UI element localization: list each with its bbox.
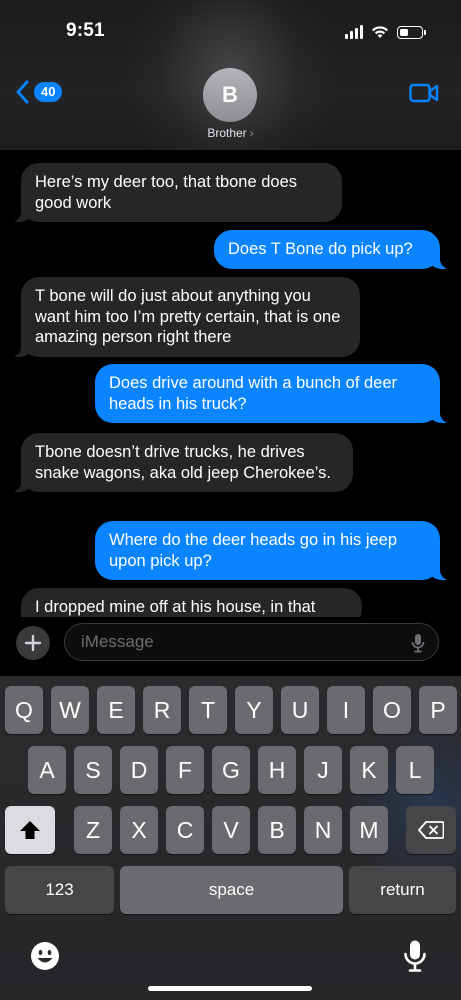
key-b[interactable]: B (258, 806, 296, 854)
contact-name-button[interactable]: Brother › (0, 126, 461, 140)
key-a[interactable]: A (28, 746, 66, 794)
key-f[interactable]: F (166, 746, 204, 794)
key-k[interactable]: K (350, 746, 388, 794)
return-key[interactable]: return (349, 866, 456, 914)
key-h[interactable]: H (258, 746, 296, 794)
numbers-key[interactable]: 123 (5, 866, 114, 914)
chevron-left-icon (16, 80, 29, 104)
home-indicator[interactable] (148, 986, 312, 991)
outgoing-message[interactable]: Does T Bone do pick up? (214, 230, 450, 269)
message-field[interactable] (64, 623, 439, 661)
cellular-signal-icon (345, 25, 363, 39)
key-d[interactable]: D (120, 746, 158, 794)
key-n[interactable]: N (304, 806, 342, 854)
key-i[interactable]: I (327, 686, 365, 734)
apps-plus-button[interactable] (16, 626, 50, 660)
emoji-button[interactable] (28, 939, 62, 973)
key-z[interactable]: Z (74, 806, 112, 854)
plus-icon (25, 635, 41, 651)
key-t[interactable]: T (189, 686, 227, 734)
outgoing-message[interactable]: Where do the deer heads go in his jeep u… (95, 521, 450, 580)
contact-avatar[interactable]: B (203, 68, 257, 122)
key-r[interactable]: R (143, 686, 181, 734)
incoming-message[interactable]: Here’s my deer too, that tbone does good… (11, 163, 342, 222)
key-g[interactable]: G (212, 746, 250, 794)
key-l[interactable]: L (396, 746, 434, 794)
facetime-video-button[interactable] (409, 82, 439, 109)
unread-count-badge: 40 (34, 82, 63, 102)
delete-icon (418, 821, 444, 839)
space-key[interactable]: space (120, 866, 343, 914)
key-c[interactable]: C (166, 806, 204, 854)
key-v[interactable]: V (212, 806, 250, 854)
wifi-icon (372, 26, 388, 38)
key-j[interactable]: J (304, 746, 342, 794)
back-button[interactable]: 40 (16, 80, 63, 104)
shift-key[interactable] (5, 806, 55, 854)
shift-icon (20, 821, 40, 839)
key-y[interactable]: Y (235, 686, 273, 734)
keyboard: Q W E R T Y U I O P A S D F G H J K L Z … (0, 676, 461, 1000)
dictation-button[interactable] (400, 938, 430, 974)
delete-key[interactable] (406, 806, 456, 854)
key-p[interactable]: P (419, 686, 457, 734)
key-s[interactable]: S (74, 746, 112, 794)
status-icons (345, 22, 426, 42)
key-e[interactable]: E (97, 686, 135, 734)
message-input[interactable] (65, 624, 385, 660)
microphone-icon (404, 940, 426, 972)
outgoing-message[interactable]: Does drive around with a bunch of deer h… (95, 364, 450, 423)
contact-name: Brother (207, 126, 247, 140)
incoming-message[interactable]: Tbone doesn’t drive trucks, he drives sn… (11, 433, 353, 492)
emoji-icon (31, 942, 59, 970)
incoming-message[interactable]: T bone will do just about anything you w… (11, 277, 360, 357)
status-time: 9:51 (66, 20, 105, 41)
key-q[interactable]: Q (5, 686, 43, 734)
microphone-icon[interactable] (411, 633, 425, 653)
chevron-right-icon: › (249, 126, 254, 140)
key-u[interactable]: U (281, 686, 319, 734)
message-thread[interactable]: Here’s my deer too, that tbone does good… (0, 150, 461, 617)
video-camera-icon (409, 83, 439, 103)
conversation-header: 9:51 40 B Brother › (0, 0, 461, 150)
incoming-message[interactable]: I dropped mine off at his house, in that (11, 588, 362, 617)
key-o[interactable]: O (373, 686, 411, 734)
composer-bar (0, 617, 461, 667)
battery-icon (397, 25, 426, 39)
key-x[interactable]: X (120, 806, 158, 854)
key-w[interactable]: W (51, 686, 89, 734)
key-m[interactable]: M (350, 806, 388, 854)
